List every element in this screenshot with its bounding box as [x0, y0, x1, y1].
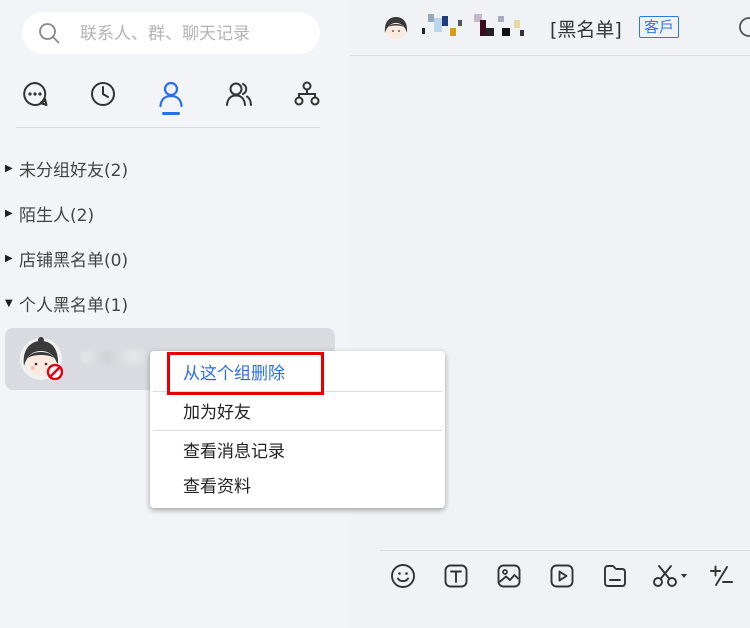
active-tab-indicator	[162, 112, 180, 115]
collapsed-arrow-icon: ▶	[5, 252, 13, 264]
group-ungrouped-friends[interactable]: ▶ 未分组好友(2)	[5, 156, 129, 181]
context-menu: 从这个组删除 加为好友 查看消息记录 查看资料	[150, 351, 445, 508]
expanded-arrow-icon: ▼	[5, 297, 13, 309]
menu-divider	[153, 430, 442, 431]
group-label: 未分组好友(2)	[19, 160, 129, 181]
chat-bubble-icon[interactable]	[738, 16, 750, 38]
toolbar-divider	[380, 550, 750, 551]
tab-recent[interactable]	[83, 74, 123, 114]
image-icon	[497, 564, 521, 588]
menu-item-add-friend[interactable]: 加为好友	[150, 396, 445, 430]
tab-messages[interactable]	[15, 74, 55, 114]
org-tree-icon	[294, 81, 320, 106]
quick-phrase-button[interactable]	[707, 562, 735, 590]
search-box[interactable]	[22, 12, 320, 54]
text-format-icon	[444, 564, 468, 588]
collapsed-arrow-icon: ▶	[5, 162, 13, 174]
contact-name-redacted	[81, 350, 159, 364]
menu-item-view-profile[interactable]: 查看资料	[150, 470, 445, 504]
group-personal-blacklist[interactable]: ▼ 个人黑名单(1)	[5, 291, 129, 316]
menu-item-remove-from-group[interactable]: 从这个组删除	[150, 357, 445, 391]
people-icon	[226, 82, 252, 106]
chat-header: [黑名单] 客戶	[350, 0, 750, 56]
chat-bubble-icon	[23, 82, 48, 106]
tab-organization[interactable]	[287, 74, 327, 114]
emoji-icon	[391, 564, 415, 588]
group-label: 个人黑名单(1)	[19, 295, 129, 316]
quick-phrase-icon	[710, 565, 733, 586]
video-button[interactable]	[548, 562, 576, 590]
person-icon	[159, 81, 183, 108]
text-format-button[interactable]	[442, 562, 470, 590]
search-icon	[39, 23, 60, 44]
customer-badge: 客戶	[639, 16, 680, 38]
file-icon	[604, 565, 626, 587]
clock-icon	[91, 82, 115, 106]
screenshot-button[interactable]	[652, 562, 692, 590]
emoji-button[interactable]	[389, 562, 417, 590]
blacklist-tag: [黑名单]	[550, 19, 622, 41]
screenshot-scissors-icon	[653, 565, 687, 587]
search-input[interactable]	[78, 18, 312, 50]
video-icon	[550, 564, 574, 588]
file-button[interactable]	[601, 562, 629, 590]
group-strangers[interactable]: ▶ 陌生人(2)	[5, 201, 95, 226]
tab-contacts[interactable]	[151, 74, 191, 114]
image-button[interactable]	[495, 562, 523, 590]
avatar	[20, 337, 64, 381]
contacts-panel: ▶ 未分组好友(2) ▶ 陌生人(2) ▶ 店铺黑名单(0) ▼ 个人黑名单(1…	[0, 0, 350, 628]
group-label: 陌生人(2)	[19, 205, 95, 226]
group-label: 店铺黑名单(0)	[19, 250, 129, 271]
group-store-blacklist[interactable]: ▶ 店铺黑名单(0)	[5, 246, 129, 271]
avatar[interactable]	[382, 14, 410, 42]
divider	[16, 127, 320, 128]
tab-groups[interactable]	[219, 74, 259, 114]
collapsed-arrow-icon: ▶	[5, 207, 13, 219]
chat-panel: [黑名单] 客戶	[350, 0, 750, 628]
menu-divider	[153, 391, 442, 392]
menu-item-view-history[interactable]: 查看消息记录	[150, 435, 445, 469]
